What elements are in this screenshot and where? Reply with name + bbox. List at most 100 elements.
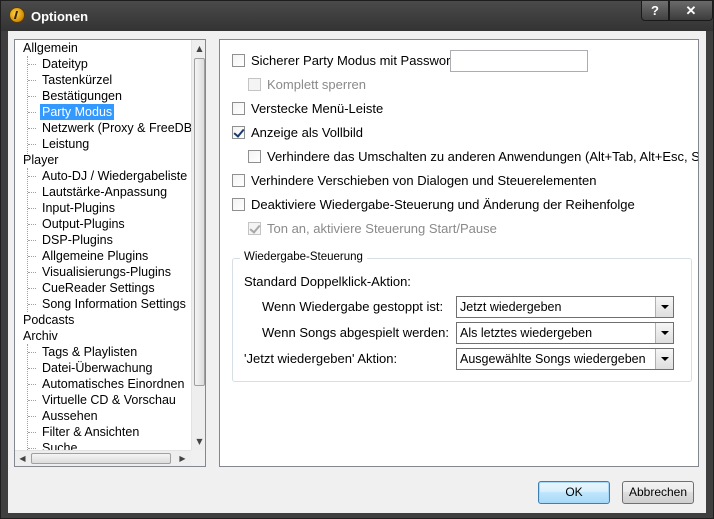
tree-category[interactable]: Podcasts <box>23 312 74 328</box>
tree-item[interactable]: Bestätigungen <box>42 88 122 104</box>
options-dialog: Optionen ? ✕ Allgemein Dateityp Tastenkürz… <box>0 0 714 519</box>
play-now-action-select[interactable]: Ausgewählte Songs wiedergeben <box>456 348 674 370</box>
fullscreen-checkbox[interactable] <box>232 126 245 139</box>
prevent-switching-option[interactable]: Verhindere das Umschalten zu anderen Anw… <box>248 148 699 166</box>
when-stopped-select[interactable]: Jetzt wiedergeben <box>456 296 674 318</box>
tree-connector <box>28 256 36 257</box>
tree-item[interactable]: Dateityp <box>42 56 88 72</box>
when-playing-value: Als letztes wiedergeben <box>460 326 593 340</box>
lock-completely-checkbox[interactable] <box>248 78 261 91</box>
tree-category[interactable]: Player <box>23 152 58 168</box>
tree-item[interactable]: Filter & Ansichten <box>42 424 139 440</box>
prevent-moving-label: Verhindere Verschieben von Dialogen und … <box>251 173 597 188</box>
safe-party-mode-checkbox[interactable] <box>232 54 245 67</box>
scroll-right-icon[interactable]: ▶ <box>175 451 190 466</box>
tree-item[interactable]: Input-Plugins <box>42 200 115 216</box>
chevron-down-icon[interactable] <box>655 323 673 343</box>
chevron-down-icon[interactable] <box>655 297 673 317</box>
ok-button[interactable]: OK <box>538 481 610 504</box>
disable-playback-control-option[interactable]: Deaktiviere Wiedergabe-Steuerung und Änd… <box>232 196 635 214</box>
prevent-switching-checkbox[interactable] <box>248 150 261 163</box>
tree-connector <box>28 448 36 449</box>
tree-connector <box>28 128 36 129</box>
tree-connector <box>28 112 36 113</box>
prevent-moving-checkbox[interactable] <box>232 174 245 187</box>
enable-start-pause-checkbox[interactable] <box>248 222 261 235</box>
tree-item[interactable]: Lautstärke-Anpassung <box>42 184 167 200</box>
horizontal-scroll-thumb[interactable] <box>31 453 171 464</box>
when-stopped-label: Wenn Wiedergabe gestoppt ist: <box>262 299 444 314</box>
tree-item[interactable]: Tastenkürzel <box>42 72 112 88</box>
tree-connector <box>28 240 36 241</box>
tree-connector <box>28 176 36 177</box>
tree-connector <box>28 352 36 353</box>
tree-item[interactable]: Netzwerk (Proxy & FreeDB) <box>42 120 191 136</box>
enable-start-pause-label: Ton an, aktiviere Steuerung Start/Pause <box>267 221 497 236</box>
tree-connector <box>28 208 36 209</box>
help-button[interactable]: ? <box>641 1 669 21</box>
tree-vertical-scrollbar[interactable]: ▲ ▼ <box>191 40 205 450</box>
tree-item[interactable]: Suche <box>42 440 77 450</box>
tree-connector <box>28 304 36 305</box>
fullscreen-option[interactable]: Anzeige als Vollbild <box>232 124 363 142</box>
safe-party-mode-option[interactable]: Sicherer Party Modus mit Passwor <box>232 52 450 70</box>
tree-content: Allgemein Dateityp Tastenkürzel Bestätigung… <box>15 40 191 450</box>
tree-category[interactable]: Archiv <box>23 328 58 344</box>
tree-item[interactable]: Aussehen <box>42 408 98 424</box>
disable-playback-control-label: Deaktiviere Wiedergabe-Steuerung und Änd… <box>251 197 635 212</box>
tree-item[interactable]: Party Modus <box>40 104 115 120</box>
tree-connector <box>28 80 36 81</box>
tree-item[interactable]: Datei-Überwachung <box>42 360 152 376</box>
scroll-left-icon[interactable]: ◀ <box>15 451 30 466</box>
enable-start-pause-option[interactable]: Ton an, aktiviere Steuerung Start/Pause <box>248 220 497 238</box>
tree-connector <box>28 288 36 289</box>
scroll-down-icon[interactable]: ▼ <box>192 434 205 449</box>
tree-connector <box>28 368 36 369</box>
default-action-label: Standard Doppelklick-Aktion: <box>244 274 411 289</box>
tree-item[interactable]: CueReader Settings <box>42 280 155 296</box>
tree-item[interactable]: Auto-DJ / Wiedergabeliste <box>42 168 187 184</box>
when-playing-select[interactable]: Als letztes wiedergeben <box>456 322 674 344</box>
play-now-action-label: 'Jetzt wiedergeben' Aktion: <box>244 351 398 366</box>
cancel-button[interactable]: Abbrechen <box>622 481 694 504</box>
disable-playback-control-checkbox[interactable] <box>232 198 245 211</box>
prevent-moving-option[interactable]: Verhindere Verschieben von Dialogen und … <box>232 172 596 190</box>
vertical-scroll-thumb[interactable] <box>194 58 205 386</box>
hide-menu-bar-label: Verstecke Menü-Leiste <box>251 101 384 116</box>
chevron-down-icon[interactable] <box>655 349 673 369</box>
lock-completely-option[interactable]: Komplett sperren <box>248 76 366 94</box>
safe-party-mode-label: Sicherer Party Modus mit Passwor <box>251 53 451 68</box>
tree-item[interactable]: Song Information Settings <box>42 296 186 312</box>
hide-menu-bar-checkbox[interactable] <box>232 102 245 115</box>
password-input[interactable] <box>450 50 588 72</box>
tree-item[interactable]: Allgemeine Plugins <box>42 248 148 264</box>
tree-category[interactable]: Allgemein <box>23 40 78 56</box>
window-title: Optionen <box>31 9 89 24</box>
scroll-corner <box>191 450 205 466</box>
close-button[interactable]: ✕ <box>669 1 713 21</box>
tree-connector <box>28 192 36 193</box>
tree-item[interactable]: DSP-Plugins <box>42 232 113 248</box>
tree-connector <box>28 416 36 417</box>
tree-horizontal-scrollbar[interactable]: ◀ ▶ <box>15 450 191 466</box>
tree-connector <box>28 400 36 401</box>
tree-item[interactable]: Automatisches Einordnen <box>42 376 184 392</box>
options-tree[interactable]: Allgemein Dateityp Tastenkürzel Bestätigung… <box>14 39 206 467</box>
scroll-up-icon[interactable]: ▲ <box>192 41 205 56</box>
tree-connector <box>28 144 36 145</box>
play-now-action-value: Ausgewählte Songs wiedergeben <box>460 352 646 366</box>
when-stopped-value: Jetzt wiedergeben <box>460 300 562 314</box>
tree-connector <box>28 384 36 385</box>
tree-connector <box>28 96 36 97</box>
tree-item[interactable]: Leistung <box>42 136 89 152</box>
tree-item[interactable]: Visualisierungs-Plugins <box>42 264 171 280</box>
tree-connector <box>28 224 36 225</box>
title-bar[interactable]: Optionen ? ✕ <box>1 1 713 31</box>
tree-item[interactable]: Output-Plugins <box>42 216 125 232</box>
tree-item[interactable]: Tags & Playlisten <box>42 344 137 360</box>
prevent-switching-label: Verhindere das Umschalten zu anderen Anw… <box>267 149 699 164</box>
lock-completely-label: Komplett sperren <box>267 77 366 92</box>
hide-menu-bar-option[interactable]: Verstecke Menü-Leiste <box>232 100 383 118</box>
tree-item[interactable]: Virtuelle CD & Vorschau <box>42 392 176 408</box>
when-playing-label: Wenn Songs abgespielt werden: <box>262 325 449 340</box>
